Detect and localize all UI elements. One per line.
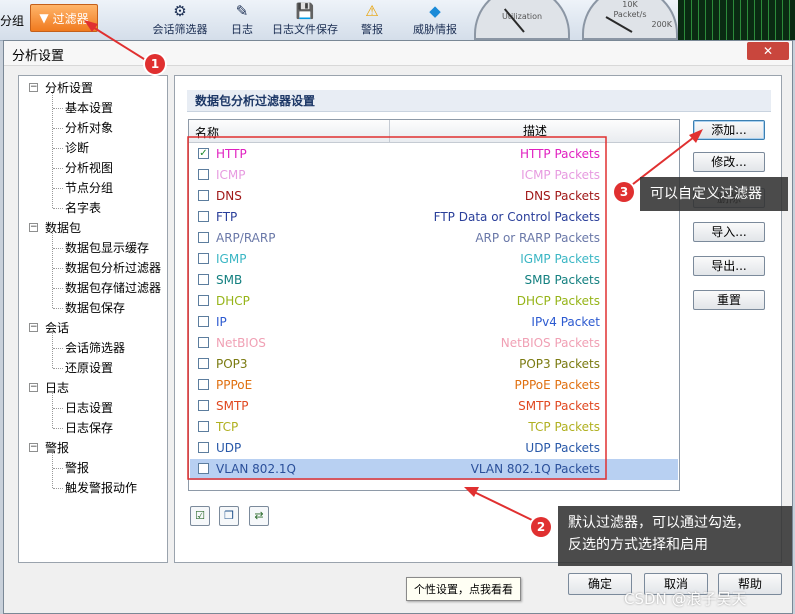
annotation-badge-3: 3	[614, 182, 634, 202]
arrow-2-line	[469, 489, 535, 522]
annotation-callout-2: 默认过滤器，可以通过勾选， 反选的方式选择和启用	[558, 506, 792, 566]
callout-2-line-2: 反选的方式选择和启用	[568, 537, 708, 553]
csdn-watermark: CSDN @浪子吴天	[624, 590, 747, 608]
annotation-badge-1: 1	[145, 54, 165, 74]
annotation-badge-2: 2	[531, 517, 551, 537]
default-filters-highlight-box	[187, 136, 607, 480]
arrow-3-head	[689, 129, 703, 143]
callout-2-line-1: 默认过滤器，可以通过勾选，	[568, 515, 750, 531]
annotation-callout-3: 可以自定义过滤器	[640, 177, 788, 211]
arrow-2-head	[464, 487, 479, 497]
arrow-1-head	[84, 20, 98, 32]
arrow-1-line	[87, 23, 153, 65]
